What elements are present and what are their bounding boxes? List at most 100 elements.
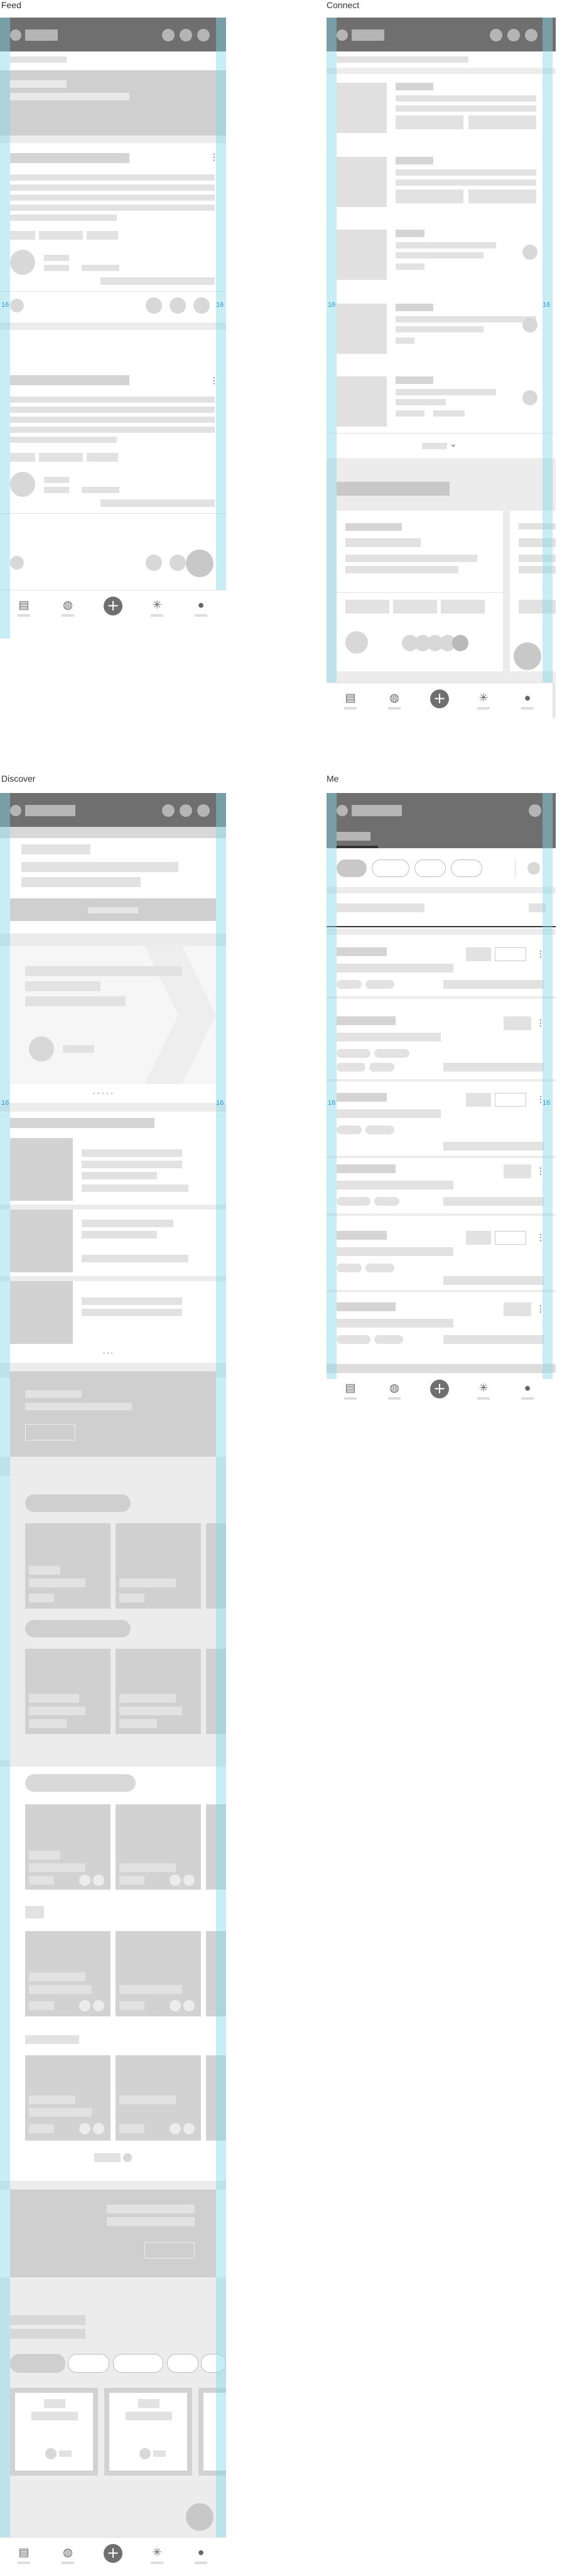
globe-icon[interactable]: ◍ [388, 691, 401, 705]
person-icon[interactable]: ● [195, 598, 207, 612]
header-action-icon[interactable] [162, 29, 175, 41]
mini-avatar[interactable] [452, 635, 468, 651]
item-tag[interactable] [365, 980, 394, 989]
item-input[interactable] [495, 1231, 526, 1245]
plus-icon[interactable]: + [104, 597, 122, 615]
header-action-icon[interactable] [529, 804, 541, 817]
avatar[interactable] [10, 472, 35, 497]
asterisk-icon[interactable]: ✳ [151, 2545, 163, 2559]
carousel-dots[interactable]: ••••• [93, 1090, 116, 1097]
item-tag[interactable] [337, 1335, 370, 1344]
promo-button[interactable] [144, 2242, 195, 2259]
action-icon[interactable] [170, 2000, 181, 2011]
promo-banner[interactable] [10, 1371, 216, 1457]
list-thumb[interactable] [337, 230, 387, 280]
globe-icon[interactable]: ◍ [388, 1381, 401, 1395]
asterisk-icon[interactable]: ✳ [477, 691, 490, 705]
person-icon[interactable]: ● [521, 691, 534, 705]
show-more-label[interactable] [422, 443, 447, 449]
avatar[interactable] [345, 631, 368, 654]
header-action-icon[interactable] [197, 804, 210, 817]
news-icon[interactable]: ▤ [18, 2545, 30, 2559]
chevron-down-icon[interactable]: ⌄ [450, 439, 457, 449]
compose-fab[interactable] [514, 642, 541, 670]
card-button[interactable] [345, 600, 389, 614]
plus-icon[interactable]: + [430, 1380, 449, 1398]
search-bar[interactable] [337, 56, 468, 63]
filter-chip[interactable] [167, 2354, 198, 2373]
list-button[interactable] [468, 189, 536, 203]
tag[interactable] [87, 453, 118, 462]
action-icon[interactable] [45, 2448, 57, 2459]
filter-chip[interactable] [113, 2354, 163, 2373]
search-icon[interactable] [527, 862, 540, 875]
list-thumb[interactable] [10, 1210, 73, 1272]
person-icon[interactable]: ● [521, 1381, 534, 1395]
item-tag[interactable] [374, 1335, 403, 1344]
reaction-icon[interactable] [10, 299, 24, 312]
list-thumb[interactable] [10, 1281, 73, 1344]
filter-chip[interactable] [68, 2354, 109, 2373]
action-icon[interactable] [183, 1875, 195, 1886]
action-icon[interactable] [79, 2123, 90, 2134]
plus-icon[interactable]: + [104, 2544, 122, 2563]
news-icon[interactable]: ▤ [18, 598, 30, 612]
header-action-icon[interactable] [180, 29, 192, 41]
header-action-icon[interactable] [507, 29, 520, 41]
action-icon[interactable] [193, 297, 210, 314]
item-button[interactable] [466, 1231, 491, 1245]
item-tag[interactable] [337, 1049, 370, 1058]
action-icon[interactable] [170, 2123, 181, 2134]
asterisk-icon[interactable]: ✳ [477, 1381, 490, 1395]
item-input[interactable] [495, 1093, 526, 1107]
news-icon[interactable]: ▤ [344, 691, 357, 705]
action-icon[interactable] [170, 1875, 181, 1886]
category-pill[interactable] [25, 1620, 131, 1637]
tag[interactable] [10, 231, 35, 240]
list-button[interactable] [468, 115, 536, 129]
promo-banner[interactable] [10, 2190, 216, 2277]
pagination-dots[interactable]: ••• [103, 1350, 114, 1356]
list-button[interactable] [396, 115, 463, 129]
action-icon[interactable] [170, 555, 186, 571]
item-tag[interactable] [337, 1063, 365, 1072]
action-icon[interactable] [183, 2123, 195, 2134]
item-tag[interactable] [337, 1264, 362, 1272]
list-thumb[interactable] [337, 376, 387, 427]
action-icon[interactable] [170, 297, 186, 314]
item-tag[interactable] [337, 1126, 362, 1134]
tag[interactable] [39, 231, 83, 240]
list-action-icon[interactable] [522, 245, 538, 260]
card-button[interactable] [441, 600, 485, 614]
item-tag[interactable] [337, 1197, 370, 1206]
see-all-link[interactable] [94, 2153, 121, 2162]
tab-active[interactable] [337, 832, 370, 841]
header-action-icon[interactable] [180, 804, 192, 817]
list-action-icon[interactable] [522, 390, 538, 405]
item-tag[interactable] [365, 1264, 394, 1272]
list-thumb[interactable] [337, 304, 387, 354]
action-icon[interactable] [93, 2000, 104, 2011]
category-pill[interactable] [25, 1494, 131, 1512]
item-tag[interactable] [374, 1197, 399, 1206]
tag[interactable] [39, 453, 83, 462]
action-icon[interactable] [79, 1875, 90, 1886]
tag[interactable] [10, 453, 35, 462]
list-action-icon[interactable] [522, 317, 538, 333]
list-button[interactable] [396, 189, 463, 203]
action-icon[interactable] [183, 2000, 195, 2011]
plus-icon[interactable]: + [430, 689, 449, 708]
compose-fab[interactable] [186, 2503, 213, 2531]
filter-chip[interactable] [337, 860, 367, 877]
globe-icon[interactable]: ◍ [62, 598, 74, 612]
action-icon[interactable] [93, 2123, 104, 2134]
list-thumb[interactable] [337, 83, 387, 133]
tag[interactable] [87, 231, 118, 240]
filter-chip[interactable] [372, 860, 409, 877]
header-action-icon[interactable] [490, 29, 502, 41]
item-button[interactable] [466, 947, 491, 961]
item-button[interactable] [504, 1302, 531, 1316]
arrow-icon[interactable] [123, 2153, 132, 2162]
item-tag[interactable] [337, 980, 362, 989]
category-pill[interactable] [25, 1774, 136, 1792]
